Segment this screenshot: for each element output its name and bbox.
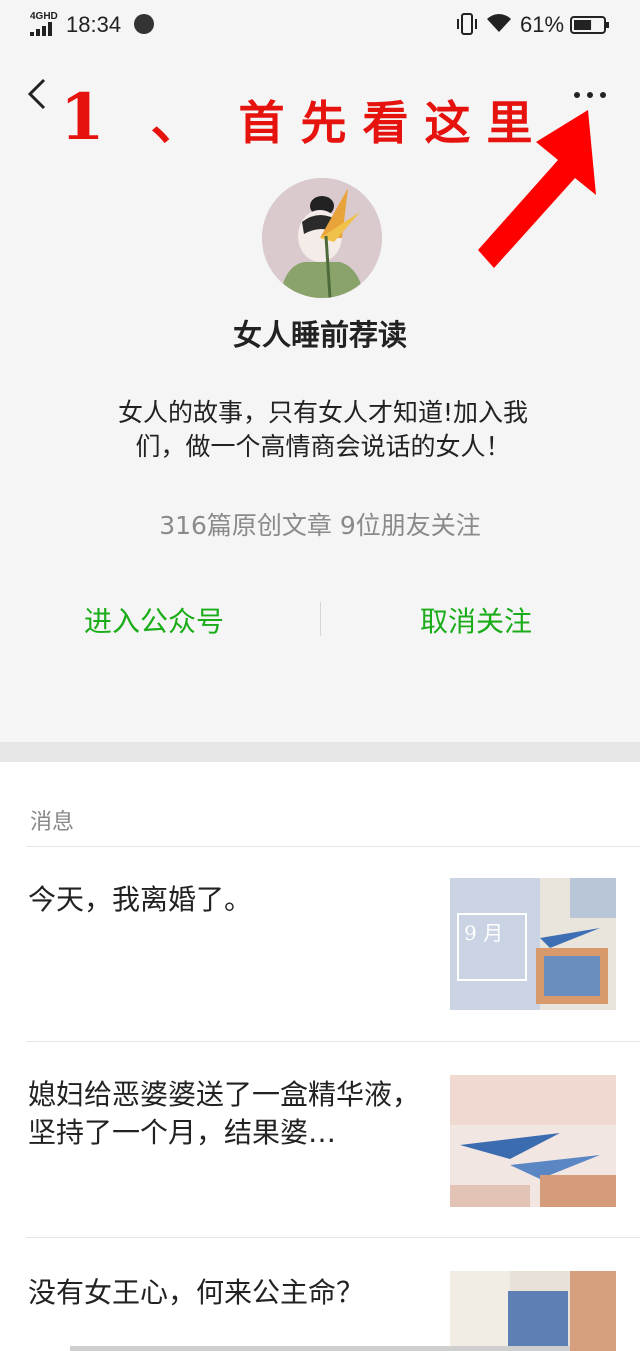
unfollow-button[interactable]: 取消关注 — [420, 600, 532, 640]
avatar-illustration — [262, 178, 382, 298]
avatar — [262, 178, 382, 298]
message-title: 没有女王心，何来公主命？ — [28, 1276, 365, 1309]
vibrate-icon — [457, 13, 477, 35]
list-item[interactable]: 没有女王心，何来公主命？ — [0, 1238, 640, 1351]
account-stats: 316篇原创文章 9位朋友关注 — [159, 511, 481, 540]
list-item[interactable]: 今天，我离婚了。 9 月 — [0, 847, 640, 1042]
action-divider — [320, 602, 321, 636]
section-gap — [0, 742, 640, 762]
network-type: 4GHD — [30, 11, 58, 22]
message-thumbnail: 9 月 — [450, 878, 616, 1010]
messages-section: 消息 今天，我离婚了。 9 月 媳妇给恶婆婆送了一盒精华液，坚持了一个月，结果婆… — [0, 762, 640, 1351]
message-title: 今天，我离婚了。 — [28, 883, 253, 916]
account-name: 女人睡前荐读 — [232, 318, 407, 352]
annotation-number: 1 — [60, 80, 111, 155]
account-bio: 女人的故事，只有女人才知道!加入我们，做一个高情商会说话的女人！ — [117, 398, 529, 461]
back-arrow-icon[interactable] — [20, 74, 56, 114]
battery-percent: 61% — [520, 12, 565, 37]
svg-text:9 月: 9 月 — [464, 921, 503, 945]
message-thumbnail — [450, 1075, 616, 1207]
scrollbar[interactable] — [70, 1346, 570, 1351]
enter-account-button[interactable]: 进入公众号 — [84, 600, 224, 640]
list-item[interactable]: 媳妇给恶婆婆送了一盒精华液，坚持了一个月，结果婆… — [0, 1042, 640, 1238]
red-arrow-icon — [478, 110, 596, 268]
planet-icon — [134, 14, 154, 34]
signal-icon — [30, 22, 52, 36]
messages-header: 消息 — [30, 810, 75, 835]
status-bar: 4GHD 18:34 61% — [0, 0, 640, 52]
battery-icon — [570, 16, 609, 34]
wifi-icon — [487, 14, 511, 32]
clock: 18:34 — [66, 12, 122, 37]
message-title: 媳妇给恶婆婆送了一盒精华液，坚持了一个月，结果婆… — [28, 1078, 421, 1149]
message-thumbnail — [450, 1271, 616, 1351]
annotation-separator: 、 — [150, 91, 209, 152]
